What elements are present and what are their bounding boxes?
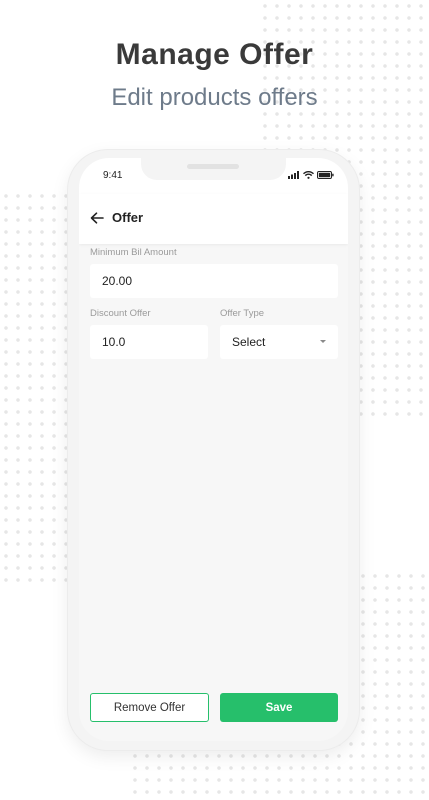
phone-speaker	[187, 164, 239, 169]
discount-label: Discount Offer	[90, 308, 151, 319]
status-icons	[288, 171, 334, 179]
offer-type-label: Offer Type	[220, 308, 265, 319]
app-bar: Offer	[79, 194, 348, 244]
save-button[interactable]: Save	[220, 693, 338, 722]
arrow-left-icon	[90, 212, 104, 224]
dropdown-caret-icon	[320, 340, 326, 343]
status-time: 9:41	[103, 170, 123, 181]
app-bar-title: Offer	[112, 210, 144, 225]
offer-type-value: Select	[232, 335, 266, 349]
phone-screen: 9:41 Offer Minimum Bil Amount 20.00 Disc…	[79, 158, 348, 741]
discount-input[interactable]: 10.0	[90, 325, 208, 359]
min-bill-value: 20.00	[102, 274, 133, 288]
battery-icon	[317, 171, 334, 179]
min-bill-input[interactable]: 20.00	[90, 264, 338, 298]
min-bill-label: Minimum Bil Amount	[90, 247, 177, 258]
page-subtitle: Edit products offers	[111, 84, 318, 111]
signal-icon	[288, 171, 299, 179]
page-title: Manage Offer	[115, 38, 314, 71]
phone-notch	[141, 158, 286, 180]
wifi-icon	[303, 171, 314, 179]
remove-offer-button[interactable]: Remove Offer	[90, 693, 209, 722]
discount-value: 10.0	[102, 335, 126, 349]
back-button[interactable]	[87, 208, 107, 228]
offer-type-select[interactable]: Select	[220, 325, 338, 359]
phone-frame: 9:41 Offer Minimum Bil Amount 20.00 Disc…	[68, 150, 359, 750]
